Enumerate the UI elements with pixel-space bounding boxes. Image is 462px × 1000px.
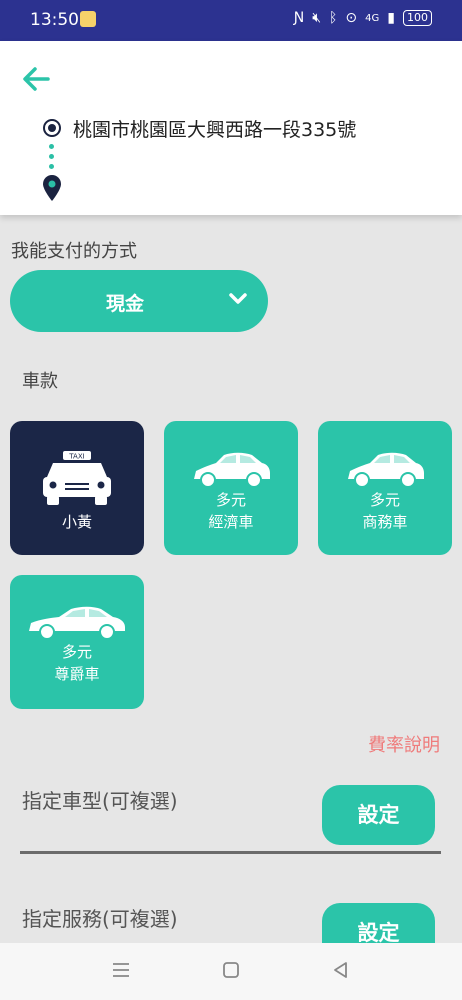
mute-icon: 🔇︎ [312,10,322,26]
service-label: 指定服務(可複選) [22,907,178,931]
divider [20,851,441,854]
network-label: 4G [365,12,380,24]
notification-icon [80,11,96,27]
vehicle-card-label-line1: 多元 [215,491,246,509]
vehicle-card-taxi[interactable]: TAXI 小黃 [10,421,144,555]
taxi-icon: TAXI [43,451,111,505]
route-dots-icon [49,144,54,174]
vehicle-card-luxury[interactable]: 多元 尊爵車 [10,575,144,709]
origin-marker-icon [43,119,61,137]
payment-dropdown[interactable]: 現金 [10,270,268,332]
destination-pin-icon [43,175,61,201]
rate-info-link[interactable]: 費率說明 [368,731,440,757]
origin-address[interactable]: 桃園市桃園區大興西路一段335號 [73,115,356,142]
payment-label: 我能支付的方式 [11,241,137,262]
status-time: 13:50 [30,10,79,30]
vehicle-card-label-line2: 商務車 [362,513,408,531]
status-bar: 13:50 Ɲ 🔇︎ ᛒ ⊙ 4G ▮ 100 [0,0,462,41]
payment-selected-value: 現金 [105,293,144,315]
luxury-car-icon [29,606,125,640]
vehicle-label: 車款 [22,371,58,392]
back-arrow-icon[interactable] [18,61,54,97]
vehicle-card-label-line2: 經濟車 [208,513,254,531]
chevron-down-icon [229,293,247,304]
location-icon: ⊙ [345,10,358,26]
signal-icon: ▮ [387,10,395,26]
car-type-set-button[interactable]: 設定 [322,785,435,845]
vehicle-card-label: 小黃 [61,513,92,531]
bluetooth-icon: ᛒ [329,10,338,26]
vehicle-card-label-line2: 尊爵車 [54,665,100,683]
vehicle-card-business[interactable]: 多元 商務車 [318,421,452,555]
car-type-label: 指定車型(可複選) [22,789,178,813]
back-icon[interactable] [332,961,350,979]
menu-icon[interactable] [112,961,130,979]
home-icon[interactable] [222,961,240,979]
vehicle-card-economy[interactable]: 多元 經濟車 [164,421,298,555]
vehicle-card-label-line1: 多元 [369,491,400,509]
car-icon [348,452,424,488]
route-header: 桃園市桃園區大興西路一段335號 [0,41,462,215]
battery-icon: 100 [403,10,432,26]
status-icons: Ɲ 🔇︎ ᛒ ⊙ 4G ▮ 100 [294,10,432,26]
svg-text:TAXI: TAXI [68,453,84,461]
system-nav-bar [0,943,462,1000]
nfc-icon: Ɲ [293,10,305,26]
vehicle-card-label-line1: 多元 [61,643,92,661]
car-icon [194,452,270,488]
